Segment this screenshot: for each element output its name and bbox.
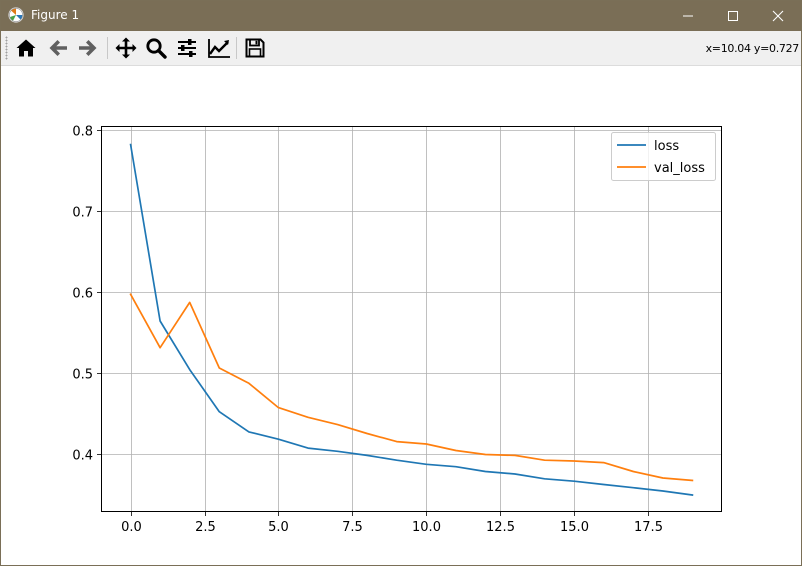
- move-icon: [115, 37, 137, 59]
- x-tick-label: 2.5: [195, 520, 216, 535]
- y-tick-label: 0.7: [72, 206, 93, 221]
- matplotlib-logo-icon: [8, 7, 24, 23]
- navigation-toolbar: [1, 31, 801, 66]
- figure-canvas[interactable]: 0.0 2.5 5.0 7.5 10.0 12.5 15.0 17.5 0.4 0.5 0.6 0.7…: [1, 66, 801, 565]
- x-tick-label: 7.5: [342, 520, 363, 535]
- close-icon: [772, 10, 784, 22]
- x-tick-label: 10.0: [412, 520, 441, 535]
- y-tick-label: 0.4: [72, 449, 93, 464]
- legend-label-val-loss: val_loss: [654, 161, 705, 176]
- configure-subplots-button[interactable]: [173, 35, 201, 61]
- x-tick-label: 0.0: [121, 520, 142, 535]
- arrow-left-icon: [49, 40, 67, 56]
- x-tick-label: 15.0: [560, 520, 589, 535]
- y-tick-label: 0.8: [72, 125, 93, 140]
- close-button[interactable]: [755, 1, 801, 31]
- line-chart[interactable]: 0.0 2.5 5.0 7.5 10.0 12.5 15.0 17.5 0.4 0.5 0.6 0.7…: [1, 66, 801, 565]
- line-chart-icon: [208, 39, 230, 58]
- zoom-icon: [146, 38, 167, 59]
- minimize-icon: [683, 15, 693, 17]
- edit-axis-button[interactable]: [205, 35, 233, 61]
- figure-window: Figure 1 x=10.04 y=0.727 0.0 2.5 5.0 7.5…: [0, 0, 802, 566]
- toolbar-grip[interactable]: [5, 36, 8, 60]
- legend[interactable]: loss val_loss: [611, 132, 716, 181]
- window-title: Figure 1: [31, 8, 80, 22]
- minimize-button[interactable]: [665, 1, 711, 31]
- home-icon: [16, 39, 36, 57]
- y-tick-label: 0.5: [72, 368, 93, 383]
- toolbar-separator: [236, 37, 237, 59]
- legend-label-loss: loss: [654, 139, 679, 154]
- back-button[interactable]: [44, 35, 72, 61]
- title-bar[interactable]: Figure 1: [1, 1, 801, 31]
- maximize-button[interactable]: [710, 1, 756, 31]
- maximize-icon: [728, 11, 738, 21]
- y-tick-label: 0.6: [72, 287, 93, 302]
- save-icon: [245, 38, 265, 58]
- home-button[interactable]: [12, 35, 40, 61]
- cursor-coordinates: x=10.04 y=0.727: [705, 42, 800, 55]
- sliders-icon: [178, 39, 196, 57]
- toolbar-separator: [107, 37, 108, 59]
- zoom-button[interactable]: [142, 35, 170, 61]
- arrow-right-icon: [79, 40, 97, 56]
- x-tick-label: 17.5: [634, 520, 663, 535]
- x-tick-label: 5.0: [268, 520, 289, 535]
- forward-button[interactable]: [74, 35, 102, 61]
- x-tick-label: 12.5: [486, 520, 515, 535]
- save-button[interactable]: [241, 35, 269, 61]
- pan-button[interactable]: [112, 35, 140, 61]
